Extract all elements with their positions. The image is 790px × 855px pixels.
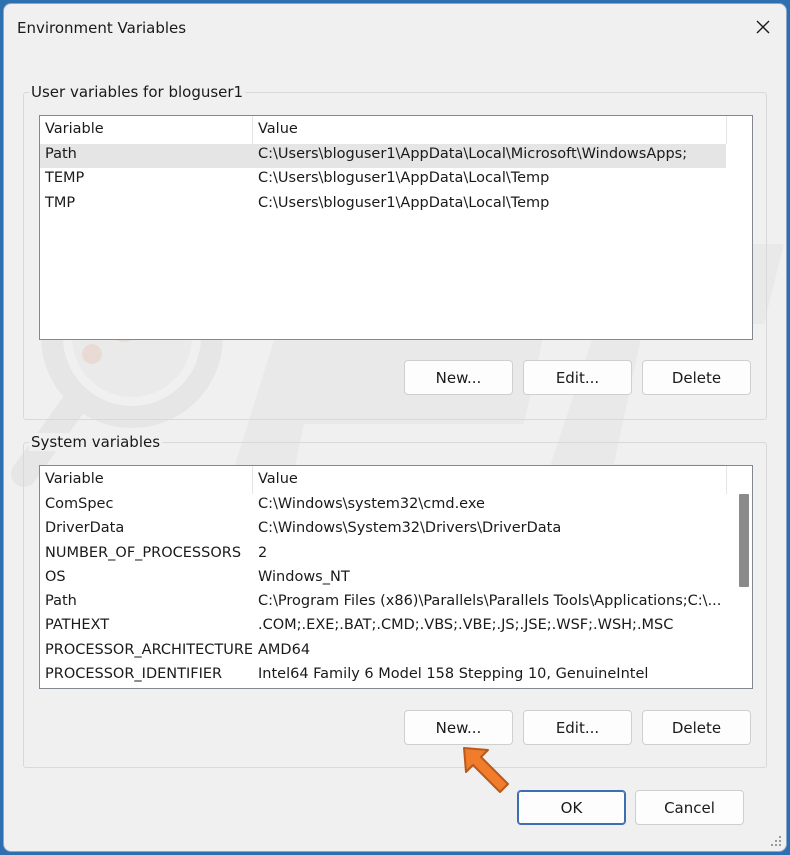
close-icon [756, 20, 770, 34]
column-separator[interactable] [726, 466, 727, 494]
pointer-arrow-icon [463, 747, 509, 793]
table-row[interactable]: DriverData C:\Windows\System32\Drivers\D… [40, 518, 752, 542]
variable-cell: ComSpec [45, 496, 114, 512]
table-row[interactable]: TEMP C:\Users\bloguser1\AppData\Local\Te… [40, 168, 752, 192]
cancel-button[interactable]: Cancel [635, 790, 744, 825]
table-row[interactable]: PATHEXT .COM;.EXE;.BAT;.CMD;.VBS;.VBE;.J… [40, 615, 752, 639]
close-button[interactable] [740, 4, 786, 50]
table-row[interactable]: Path C:\Program Files (x86)\Parallels\Pa… [40, 591, 752, 615]
variable-cell: PATHEXT [45, 617, 110, 634]
user-delete-button[interactable]: Delete [642, 360, 751, 395]
variable-cell: PROCESSOR_ARCHITECTURE [45, 641, 254, 658]
environment-variables-dialog: risk.com Environment Variables User vari… [3, 3, 787, 852]
table-row[interactable]: PROCESSOR_IDENTIFIER Intel64 Family 6 Mo… [40, 664, 752, 688]
system-variables-label: System variables [29, 433, 163, 451]
variable-cell: DriverData [45, 520, 125, 537]
column-header-variable[interactable]: Variable [45, 471, 104, 487]
variable-cell: TEMP [45, 170, 85, 187]
value-cell: 2 [258, 544, 268, 561]
scrollbar-thumb[interactable] [739, 494, 749, 587]
variable-cell: PROCESSOR_IDENTIFIER [45, 666, 223, 683]
column-header-variable[interactable]: Variable [45, 121, 104, 137]
user-edit-button[interactable]: Edit... [523, 360, 632, 395]
variable-cell: Path [45, 593, 77, 610]
list-header: Variable Value [40, 466, 752, 494]
system-new-button[interactable]: New... [404, 710, 513, 745]
user-variables-list[interactable]: Variable Value Path C:\Users\bloguser1\A… [39, 115, 753, 340]
user-variables-label: User variables for bloguser1 [29, 83, 246, 101]
value-cell: Intel64 Family 6 Model 158 Stepping 10, … [258, 666, 649, 683]
table-row[interactable]: ComSpec C:\Windows\system32\cmd.exe [40, 494, 752, 518]
column-separator[interactable] [726, 116, 727, 144]
value-cell: .COM;.EXE;.BAT;.CMD;.VBS;.VBE;.JS;.JSE;.… [258, 617, 674, 634]
system-variables-list[interactable]: Variable Value ComSpec C:\Windows\system… [39, 465, 753, 689]
value-cell: C:\Users\bloguser1\AppData\Local\Microso… [258, 146, 688, 162]
table-row[interactable]: TMP C:\Users\bloguser1\AppData\Local\Tem… [40, 193, 752, 217]
value-cell: C:\Users\bloguser1\AppData\Local\Temp [258, 194, 550, 211]
column-header-value[interactable]: Value [258, 121, 298, 137]
variable-cell: OS [45, 568, 66, 585]
dialog-title: Environment Variables [17, 19, 187, 37]
resize-grip-icon[interactable] [770, 835, 782, 847]
column-header-value[interactable]: Value [258, 471, 298, 487]
table-row[interactable]: OS Windows_NT [40, 567, 752, 591]
title-bar: Environment Variables [4, 4, 786, 52]
variable-cell: TMP [45, 194, 76, 211]
system-edit-button[interactable]: Edit... [523, 710, 632, 745]
value-cell: C:\Windows\System32\Drivers\DriverData [258, 520, 562, 537]
variable-cell: NUMBER_OF_PROCESSORS [45, 544, 242, 561]
table-row[interactable]: Path C:\Users\bloguser1\AppData\Local\Mi… [40, 144, 726, 169]
column-separator[interactable] [252, 466, 253, 494]
value-cell: C:\Users\bloguser1\AppData\Local\Temp [258, 170, 550, 187]
table-row[interactable]: PROCESSOR_ARCHITECTURE AMD64 [40, 640, 752, 664]
system-delete-button[interactable]: Delete [642, 710, 751, 745]
value-cell: C:\Program Files (x86)\Parallels\Paralle… [258, 593, 722, 610]
vertical-scrollbar[interactable] [737, 494, 751, 688]
value-cell: C:\Windows\system32\cmd.exe [258, 496, 485, 512]
ok-button[interactable]: OK [517, 790, 626, 825]
column-separator[interactable] [252, 116, 253, 144]
list-header: Variable Value [40, 116, 752, 144]
value-cell: AMD64 [258, 641, 311, 658]
value-cell: Windows_NT [258, 568, 350, 585]
table-row[interactable]: NUMBER_OF_PROCESSORS 2 [40, 543, 752, 567]
variable-cell: Path [45, 146, 77, 162]
user-new-button[interactable]: New... [404, 360, 513, 395]
